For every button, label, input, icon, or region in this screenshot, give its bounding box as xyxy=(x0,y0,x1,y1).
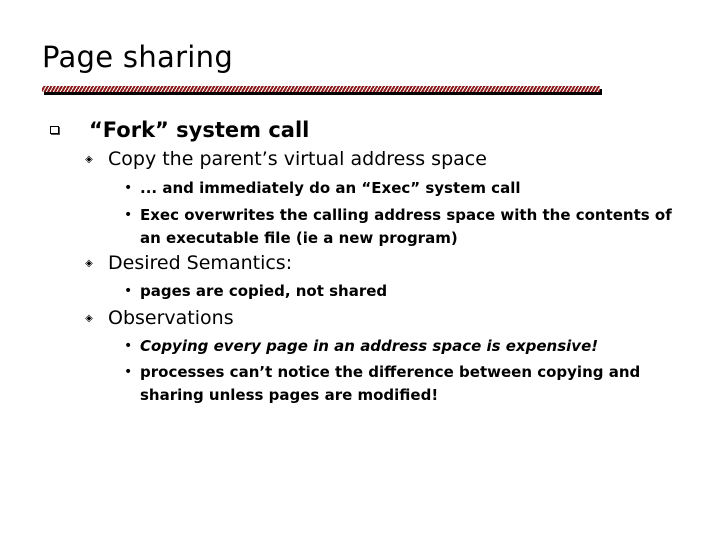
bullet-text: processes can’t notice the difference be… xyxy=(140,363,641,404)
sub-bullet-copying-expensive: • Copying every page in an address space… xyxy=(124,335,685,358)
bullet-copy-parent: ◈ Copy the parent’s virtual address spac… xyxy=(84,148,487,170)
dot-bullet-icon: • xyxy=(124,364,133,380)
sub-bullet-exec-call: • ... and immediately do an “Exec” syste… xyxy=(124,177,685,200)
bullet-text: Copying every page in an address space i… xyxy=(140,337,599,355)
dot-bullet-icon: • xyxy=(124,283,133,299)
diamond-bullet-icon: ◈ xyxy=(85,153,93,165)
bullet-text: pages are copied, not shared xyxy=(140,282,388,300)
slide-title: Page sharing xyxy=(42,40,234,74)
sub-bullet-exec-overwrites: • Exec overwrites the calling address sp… xyxy=(124,204,685,250)
bullet-text: Observations xyxy=(108,307,234,329)
sub-bullet-pages-copied: • pages are copied, not shared xyxy=(124,280,685,303)
bullet-fork-system-call: “Fork” system call xyxy=(50,118,309,142)
sub-bullet-processes-cant-notice: • processes can’t notice the difference … xyxy=(124,361,685,407)
dot-bullet-icon: • xyxy=(124,338,133,354)
diamond-bullet-icon: ◈ xyxy=(85,312,93,324)
dot-bullet-icon: • xyxy=(124,180,133,196)
bullet-text: ... and immediately do an “Exec” system … xyxy=(140,179,521,197)
bullet-text: Copy the parent’s virtual address space xyxy=(108,148,487,170)
hollow-square-bullet-icon xyxy=(50,126,59,134)
bullet-desired-semantics: ◈ Desired Semantics: xyxy=(84,252,292,274)
title-underline-rule xyxy=(42,86,600,92)
diamond-bullet-icon: ◈ xyxy=(85,257,93,269)
dot-bullet-icon: • xyxy=(124,207,133,223)
bullet-text: Desired Semantics: xyxy=(108,252,293,274)
bullet-observations: ◈ Observations xyxy=(84,307,234,329)
bullet-text: Exec overwrites the calling address spac… xyxy=(140,206,672,247)
bullet-text: “Fork” system call xyxy=(89,118,310,142)
